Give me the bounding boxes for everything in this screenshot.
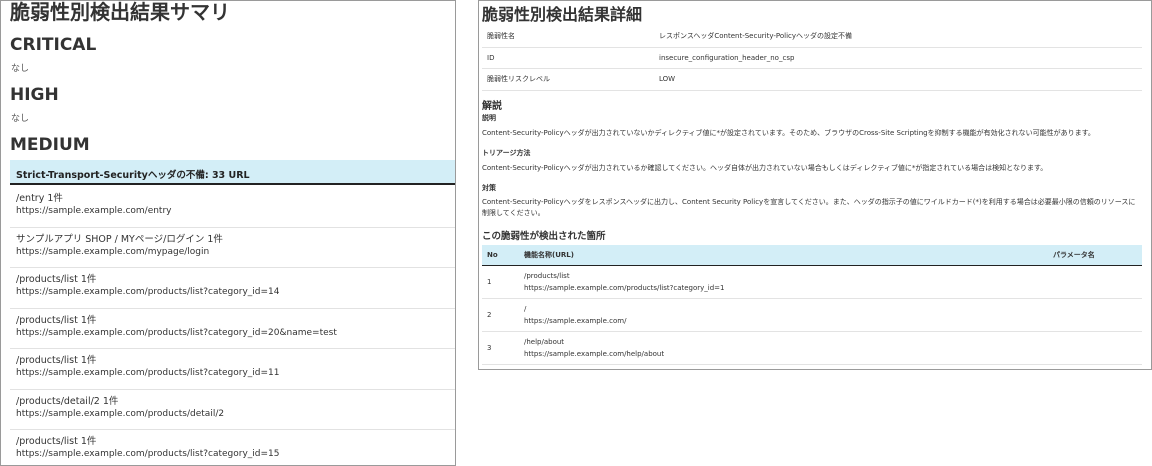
high-heading: HIGH [10,85,59,105]
locations-table: No 機能名称(URL) パラメータ名 1 /products/list htt… [482,245,1142,365]
summary-panel: 脆弱性別検出結果サマリ CRITICAL なし HIGH なし MEDIUM S… [0,0,456,466]
vulnerability-info-table: 脆弱性名 レスポンスヘッダContent-Security-Policyヘッダの… [482,26,1142,91]
info-value: レスポンスヘッダContent-Security-Policyヘッダの設定不備 [654,26,1142,48]
function-name: /entry 1件 [16,193,63,204]
table-row: 2 / https://sample.example.com/ [482,298,1142,332]
function-url[interactable]: https://sample.example.com/products/list… [16,367,455,380]
function-url[interactable]: https://sample.example.com/products/list… [524,282,1043,294]
info-key: 脆弱性名 [482,26,654,48]
description-heading: 説明 [482,114,496,122]
function-url[interactable]: https://sample.example.com/products/deta… [16,408,455,421]
url-list: /entry 1件 https://sample.example.com/ent… [10,187,455,465]
explanation-heading: 解説 [482,101,502,112]
function-name: /products/list 1件 [16,355,97,366]
param-name [1048,265,1142,299]
critical-heading: CRITICAL [10,35,97,55]
function-name: /products/list 1件 [16,314,97,326]
list-item[interactable]: /products/list 1件 https://sample.example… [10,309,455,349]
detail-title: 脆弱性別検出結果詳細 [482,5,643,24]
row-number: 1 [482,265,519,299]
summary-title: 脆弱性別検出結果サマリ [10,0,230,24]
detail-panel: 脆弱性別検出結果詳細 脆弱性名 レスポンスヘッダContent-Security… [478,0,1152,370]
list-item[interactable]: サンプルアプリ SHOP / MYページ/ログイン 1件 https://sam… [10,228,455,268]
high-value: なし [11,114,30,124]
function-name: /help/about [524,338,565,346]
list-item[interactable]: /products/detail/2 1件 https://sample.exa… [10,390,455,430]
triage-heading: トリアージ方法 [482,149,531,157]
function-url[interactable]: https://sample.example.com/mypage/login [16,246,455,259]
function-name: /products/list [524,272,570,280]
description-text: Content-Security-Policyヘッダが出力されていないかディレク… [482,129,1095,137]
column-header-function: 機能名称(URL) [519,245,1048,266]
info-key: ID [482,47,654,69]
locations-heading: この脆弱性が検出された箇所 [482,231,606,242]
function-name: /products/detail/2 1件 [16,395,119,407]
info-value: insecure_configuration_header_no_csp [654,47,1142,69]
function-name: /products/list 1件 [16,274,97,285]
medium-heading: MEDIUM [10,135,90,155]
table-header-row: No 機能名称(URL) パラメータ名 [482,245,1142,266]
critical-value: なし [11,64,30,74]
function-url[interactable]: https://sample.example.com/entry [16,205,455,218]
function-url[interactable]: https://sample.example.com/products/list… [16,327,455,340]
function-url[interactable]: https://sample.example.com/help/about [524,348,1043,360]
table-row: 脆弱性名 レスポンスヘッダContent-Security-Policyヘッダの… [482,26,1142,48]
info-value: LOW [654,68,1142,91]
param-name [1048,298,1142,332]
param-name [1048,331,1142,365]
info-key: 脆弱性リスクレベル [482,68,654,91]
table-row: 3 /help/about https://sample.example.com… [482,331,1142,365]
row-number: 3 [482,331,519,365]
function-url[interactable]: https://sample.example.com/products/list… [16,286,455,299]
list-item[interactable]: /products/list 1件 https://sample.example… [10,349,455,390]
table-row: ID insecure_configuration_header_no_csp [482,47,1142,69]
list-item[interactable]: /products/list 1件 https://sample.example… [10,430,455,465]
triage-text: Content-Security-Policyヘッダが出力されているか確認してく… [482,164,1048,172]
vulnerability-item-header[interactable]: Strict-Transport-Securityヘッダの不備: 33 URL [10,160,455,185]
list-item[interactable]: /entry 1件 https://sample.example.com/ent… [10,187,455,228]
function-url[interactable]: https://sample.example.com/ [524,315,1043,327]
column-header-param: パラメータ名 [1048,245,1142,266]
countermeasure-text: Content-Security-Policyヘッダをレスポンスヘッダに出力し、… [482,198,1136,217]
countermeasure-heading: 対策 [482,184,496,192]
function-name: サンプルアプリ SHOP / MYページ/ログイン 1件 [16,233,223,245]
column-header-no: No [482,245,519,266]
table-row: 1 /products/list https://sample.example.… [482,265,1142,299]
function-url[interactable]: https://sample.example.com/products/list… [16,448,455,461]
function-name: / [524,305,527,313]
row-number: 2 [482,298,519,332]
list-item[interactable]: /products/list 1件 https://sample.example… [10,268,455,309]
function-name: /products/list 1件 [16,436,97,447]
table-row: 脆弱性リスクレベル LOW [482,68,1142,91]
